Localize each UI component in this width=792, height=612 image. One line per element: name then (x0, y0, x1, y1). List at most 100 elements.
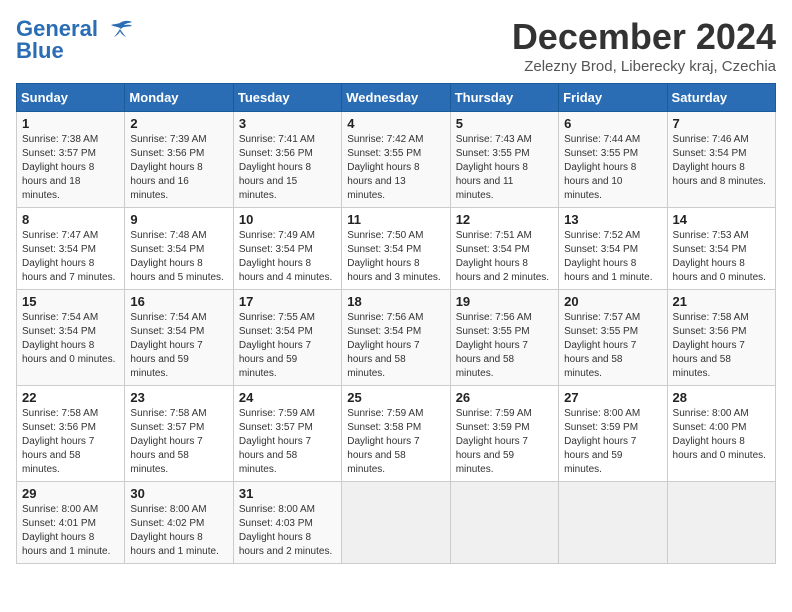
day-info: Sunrise: 7:38 AM Sunset: 3:57 PM Dayligh… (22, 133, 119, 203)
day-number: 4 (347, 116, 444, 131)
day-number: 12 (456, 212, 553, 227)
table-row: 15 Sunrise: 7:54 AM Sunset: 3:54 PM Dayl… (17, 290, 125, 386)
table-row: 25 Sunrise: 7:59 AM Sunset: 3:58 PM Dayl… (342, 386, 450, 482)
day-info: Sunrise: 7:52 AM Sunset: 3:54 PM Dayligh… (564, 229, 661, 285)
day-info: Sunrise: 7:56 AM Sunset: 3:54 PM Dayligh… (347, 311, 444, 381)
table-row: 17 Sunrise: 7:55 AM Sunset: 3:54 PM Dayl… (233, 290, 341, 386)
table-row: 4 Sunrise: 7:42 AM Sunset: 3:55 PM Dayli… (342, 112, 450, 208)
day-info: Sunrise: 7:49 AM Sunset: 3:54 PM Dayligh… (239, 229, 336, 285)
day-number: 1 (22, 116, 119, 131)
table-row: 13 Sunrise: 7:52 AM Sunset: 3:54 PM Dayl… (559, 208, 667, 290)
day-number: 30 (130, 486, 227, 501)
day-info: Sunrise: 7:58 AM Sunset: 3:57 PM Dayligh… (130, 407, 227, 477)
table-row: 18 Sunrise: 7:56 AM Sunset: 3:54 PM Dayl… (342, 290, 450, 386)
day-number: 16 (130, 294, 227, 309)
day-number: 17 (239, 294, 336, 309)
table-row: 21 Sunrise: 7:58 AM Sunset: 3:56 PM Dayl… (667, 290, 775, 386)
calendar-table: Sunday Monday Tuesday Wednesday Thursday… (16, 83, 776, 564)
day-number: 9 (130, 212, 227, 227)
table-row (342, 482, 450, 564)
day-info: Sunrise: 7:56 AM Sunset: 3:55 PM Dayligh… (456, 311, 553, 381)
day-info: Sunrise: 7:59 AM Sunset: 3:58 PM Dayligh… (347, 407, 444, 477)
day-number: 5 (456, 116, 553, 131)
calendar-week-row: 29 Sunrise: 8:00 AM Sunset: 4:01 PM Dayl… (17, 482, 776, 564)
col-monday: Monday (125, 84, 233, 112)
table-row: 14 Sunrise: 7:53 AM Sunset: 3:54 PM Dayl… (667, 208, 775, 290)
day-number: 15 (22, 294, 119, 309)
table-row (450, 482, 558, 564)
table-row: 16 Sunrise: 7:54 AM Sunset: 3:54 PM Dayl… (125, 290, 233, 386)
page-header: General Blue December 2024 Zelezny Brod,… (16, 16, 776, 75)
day-number: 13 (564, 212, 661, 227)
logo-bird-icon (106, 19, 134, 41)
table-row: 19 Sunrise: 7:56 AM Sunset: 3:55 PM Dayl… (450, 290, 558, 386)
col-saturday: Saturday (667, 84, 775, 112)
table-row: 29 Sunrise: 8:00 AM Sunset: 4:01 PM Dayl… (17, 482, 125, 564)
day-number: 24 (239, 390, 336, 405)
day-info: Sunrise: 7:41 AM Sunset: 3:56 PM Dayligh… (239, 133, 336, 203)
day-info: Sunrise: 7:54 AM Sunset: 3:54 PM Dayligh… (22, 311, 119, 367)
table-row: 20 Sunrise: 7:57 AM Sunset: 3:55 PM Dayl… (559, 290, 667, 386)
day-number: 27 (564, 390, 661, 405)
day-info: Sunrise: 8:00 AM Sunset: 3:59 PM Dayligh… (564, 407, 661, 477)
day-number: 29 (22, 486, 119, 501)
day-number: 11 (347, 212, 444, 227)
day-number: 7 (673, 116, 770, 131)
col-friday: Friday (559, 84, 667, 112)
table-row: 8 Sunrise: 7:47 AM Sunset: 3:54 PM Dayli… (17, 208, 125, 290)
calendar-week-row: 1 Sunrise: 7:38 AM Sunset: 3:57 PM Dayli… (17, 112, 776, 208)
day-number: 20 (564, 294, 661, 309)
day-number: 28 (673, 390, 770, 405)
logo: General Blue (16, 16, 134, 64)
day-info: Sunrise: 7:39 AM Sunset: 3:56 PM Dayligh… (130, 133, 227, 203)
table-row: 31 Sunrise: 8:00 AM Sunset: 4:03 PM Dayl… (233, 482, 341, 564)
day-info: Sunrise: 7:44 AM Sunset: 3:55 PM Dayligh… (564, 133, 661, 203)
table-row: 3 Sunrise: 7:41 AM Sunset: 3:56 PM Dayli… (233, 112, 341, 208)
col-tuesday: Tuesday (233, 84, 341, 112)
table-row: 26 Sunrise: 7:59 AM Sunset: 3:59 PM Dayl… (450, 386, 558, 482)
table-row: 23 Sunrise: 7:58 AM Sunset: 3:57 PM Dayl… (125, 386, 233, 482)
day-number: 31 (239, 486, 336, 501)
table-row: 24 Sunrise: 7:59 AM Sunset: 3:57 PM Dayl… (233, 386, 341, 482)
day-info: Sunrise: 7:47 AM Sunset: 3:54 PM Dayligh… (22, 229, 119, 285)
table-row: 30 Sunrise: 8:00 AM Sunset: 4:02 PM Dayl… (125, 482, 233, 564)
table-row: 5 Sunrise: 7:43 AM Sunset: 3:55 PM Dayli… (450, 112, 558, 208)
table-row: 12 Sunrise: 7:51 AM Sunset: 3:54 PM Dayl… (450, 208, 558, 290)
table-row: 1 Sunrise: 7:38 AM Sunset: 3:57 PM Dayli… (17, 112, 125, 208)
day-number: 23 (130, 390, 227, 405)
day-number: 18 (347, 294, 444, 309)
table-row: 28 Sunrise: 8:00 AM Sunset: 4:00 PM Dayl… (667, 386, 775, 482)
calendar-week-row: 22 Sunrise: 7:58 AM Sunset: 3:56 PM Dayl… (17, 386, 776, 482)
day-number: 19 (456, 294, 553, 309)
day-info: Sunrise: 7:59 AM Sunset: 3:59 PM Dayligh… (456, 407, 553, 477)
day-info: Sunrise: 7:51 AM Sunset: 3:54 PM Dayligh… (456, 229, 553, 285)
table-row: 27 Sunrise: 8:00 AM Sunset: 3:59 PM Dayl… (559, 386, 667, 482)
calendar-week-row: 15 Sunrise: 7:54 AM Sunset: 3:54 PM Dayl… (17, 290, 776, 386)
table-row (559, 482, 667, 564)
day-info: Sunrise: 8:00 AM Sunset: 4:03 PM Dayligh… (239, 503, 336, 559)
table-row: 2 Sunrise: 7:39 AM Sunset: 3:56 PM Dayli… (125, 112, 233, 208)
day-info: Sunrise: 7:48 AM Sunset: 3:54 PM Dayligh… (130, 229, 227, 285)
day-number: 26 (456, 390, 553, 405)
col-thursday: Thursday (450, 84, 558, 112)
calendar-header-row: Sunday Monday Tuesday Wednesday Thursday… (17, 84, 776, 112)
day-info: Sunrise: 7:58 AM Sunset: 3:56 PM Dayligh… (673, 311, 770, 381)
day-info: Sunrise: 7:42 AM Sunset: 3:55 PM Dayligh… (347, 133, 444, 203)
day-info: Sunrise: 7:50 AM Sunset: 3:54 PM Dayligh… (347, 229, 444, 285)
table-row: 10 Sunrise: 7:49 AM Sunset: 3:54 PM Dayl… (233, 208, 341, 290)
table-row (667, 482, 775, 564)
day-number: 14 (673, 212, 770, 227)
day-info: Sunrise: 7:59 AM Sunset: 3:57 PM Dayligh… (239, 407, 336, 477)
day-info: Sunrise: 7:46 AM Sunset: 3:54 PM Dayligh… (673, 133, 770, 189)
day-info: Sunrise: 8:00 AM Sunset: 4:00 PM Dayligh… (673, 407, 770, 463)
day-info: Sunrise: 8:00 AM Sunset: 4:02 PM Dayligh… (130, 503, 227, 559)
day-number: 3 (239, 116, 336, 131)
day-info: Sunrise: 7:54 AM Sunset: 3:54 PM Dayligh… (130, 311, 227, 381)
day-info: Sunrise: 7:58 AM Sunset: 3:56 PM Dayligh… (22, 407, 119, 477)
col-wednesday: Wednesday (342, 84, 450, 112)
day-number: 21 (673, 294, 770, 309)
table-row: 6 Sunrise: 7:44 AM Sunset: 3:55 PM Dayli… (559, 112, 667, 208)
table-row: 7 Sunrise: 7:46 AM Sunset: 3:54 PM Dayli… (667, 112, 775, 208)
day-number: 8 (22, 212, 119, 227)
day-info: Sunrise: 8:00 AM Sunset: 4:01 PM Dayligh… (22, 503, 119, 559)
